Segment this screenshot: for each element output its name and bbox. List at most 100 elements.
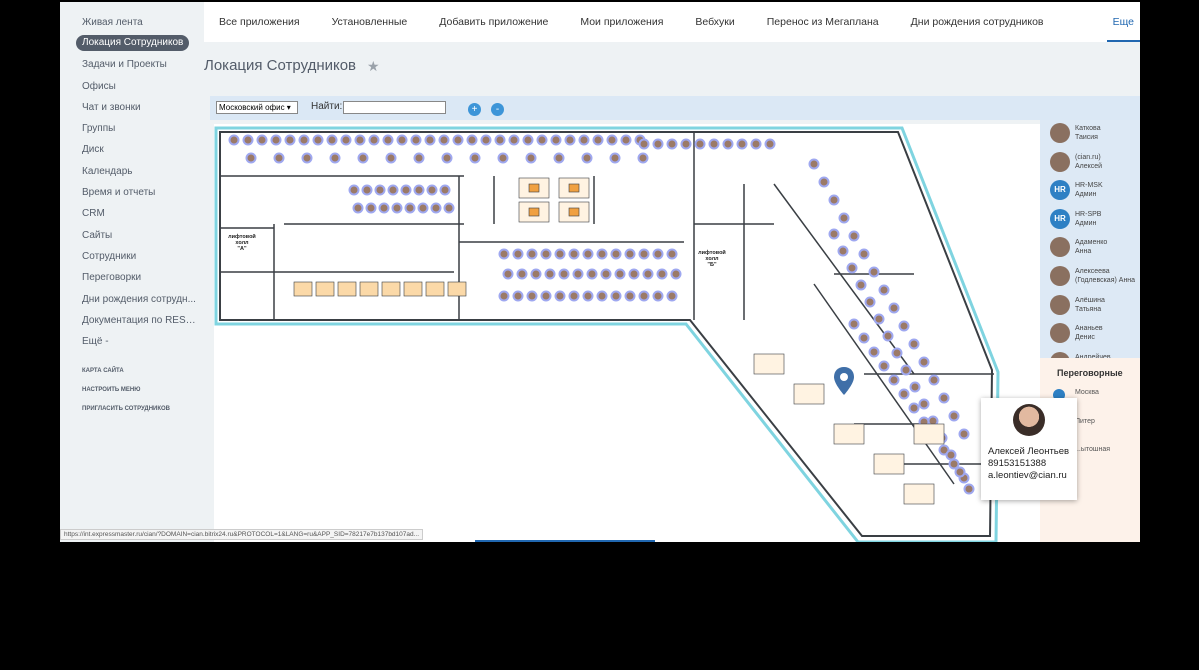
employee-list-item[interactable]: Каткова Таисия (1040, 120, 1140, 149)
sidebar-item[interactable]: Сайты (60, 225, 200, 246)
sidebar-item[interactable]: Документация по REST ... (60, 310, 200, 331)
employee-marker (596, 248, 608, 260)
sidebar-item[interactable]: Сотрудники (60, 246, 200, 267)
search-input[interactable] (343, 101, 446, 114)
employee-marker (516, 268, 528, 280)
employee-marker (888, 374, 900, 386)
employee-marker (828, 194, 840, 206)
employee-list-item[interactable]: HR HR-SPB Админ (1040, 206, 1140, 235)
employee-list-item[interactable]: HR HR-MSK Админ (1040, 177, 1140, 206)
tab-my-apps[interactable]: Мои приложения (580, 16, 663, 28)
avatar (1050, 237, 1070, 258)
employee-marker (858, 332, 870, 344)
employee-marker (326, 134, 338, 146)
tab-all-apps[interactable]: Все приложения (219, 16, 300, 28)
employee-marker (348, 184, 360, 196)
floor-plan[interactable]: лифтовой холл "А" лифтовой холл "Б" (214, 124, 1040, 542)
tab-add-app[interactable]: Добавить приложение (439, 16, 548, 28)
employee-marker (554, 290, 566, 302)
employee-surname: Каткова (1075, 125, 1101, 132)
employee-marker (581, 152, 593, 164)
employee-marker (469, 152, 481, 164)
employee-name: Каткова Таисия (1075, 124, 1139, 142)
office-select[interactable]: Московский офис ▾ (216, 101, 298, 114)
sidebar-item[interactable]: Время и отчеты (60, 182, 200, 203)
sidebar-item[interactable]: Календарь (60, 161, 200, 182)
office-floor-map[interactable]: лифтовой холл "А" лифтовой холл "Б" (214, 124, 1040, 542)
employee-marker (848, 230, 860, 242)
employee-list-item[interactable]: Адаменко Анна (1040, 234, 1140, 263)
employee-list-item[interactable]: Алексеева (Годлевская) Анна (1040, 263, 1140, 292)
employee-marker (443, 202, 455, 214)
employee-marker (550, 134, 562, 146)
zoom-in-button[interactable]: + (468, 103, 481, 116)
employee-firstname: Админ (1075, 219, 1097, 227)
workplace-desk (873, 453, 905, 475)
employee-surname: Алексеева (1075, 267, 1110, 275)
sidebar-item[interactable]: Переговорки (60, 267, 200, 288)
employee-marker (410, 134, 422, 146)
employee-marker (312, 134, 324, 146)
employee-marker (430, 202, 442, 214)
sidebar-item[interactable]: Ещё - (60, 331, 200, 352)
employee-surname: Алёшина (1075, 296, 1105, 304)
employee-list-item[interactable]: (cian.ru) Алексей (1040, 149, 1140, 178)
employee-marker (864, 296, 876, 308)
employee-marker (368, 134, 380, 146)
employee-marker (938, 392, 950, 404)
employee-firstname: Алексей (1075, 162, 1103, 170)
employee-list-item[interactable]: Андрейчев (1040, 349, 1140, 358)
tab-megaplan-migration[interactable]: Перенос из Мегаплана (767, 16, 879, 28)
employee-marker (652, 138, 664, 150)
employee-marker (891, 347, 903, 359)
sidebar-item[interactable]: Группы (60, 118, 200, 139)
employee-firstname: Админ (1075, 191, 1097, 199)
sidebar-item[interactable]: CRM (60, 203, 200, 224)
employee-marker (609, 152, 621, 164)
room-item[interactable]: ...ытошная (1075, 446, 1110, 453)
employee-marker (568, 290, 580, 302)
employee-marker (526, 248, 538, 260)
zoom-out-button[interactable]: - (491, 103, 504, 116)
browser-status-url: https://int.expressmaster.ru/cian/?DOMAI… (60, 529, 424, 540)
employee-marker (568, 248, 580, 260)
employee-marker (948, 410, 960, 422)
employee-marker (918, 356, 930, 368)
workplace-desk (403, 281, 423, 297)
employee-marker (273, 152, 285, 164)
employee-marker (928, 374, 940, 386)
sidebar-item[interactable]: Чат и звонки (60, 97, 200, 118)
employee-marker (270, 134, 282, 146)
room-item[interactable]: Питер (1075, 418, 1095, 425)
tab-birthdays[interactable]: Дни рождения сотрудников (911, 16, 1044, 28)
room-item[interactable]: Москва (1075, 389, 1099, 396)
sidebar-item[interactable]: Диск (60, 139, 200, 160)
employee-list-item[interactable]: Ананьев Денис (1040, 320, 1140, 349)
sidebar-item[interactable]: Задачи и Проекты (60, 54, 200, 75)
employee-marker (888, 302, 900, 314)
sidebar-item[interactable]: Дни рождения сотрудн... (60, 289, 200, 310)
sidebar-footer-link[interactable]: ПРИГЛАСИТЬ СОТРУДНИКОВ (60, 400, 204, 419)
avatar (1013, 404, 1045, 436)
employee-marker (540, 290, 552, 302)
sidebar-item[interactable]: Офисы (60, 76, 200, 97)
sidebar-footer-link[interactable]: КАРТА САЙТА (60, 362, 204, 381)
employee-list-item[interactable]: Алёшина Татьяна (1040, 292, 1140, 321)
employee-marker (837, 245, 849, 257)
employee-surname: Ананьев (1075, 325, 1103, 333)
favorite-star-icon[interactable]: ★ (367, 58, 380, 75)
svg-text:лифтовой: лифтовой (698, 249, 726, 256)
tab-webhooks[interactable]: Вебхуки (695, 16, 734, 28)
employee-name: Адаменко Анна (1075, 238, 1139, 256)
employee-marker (666, 138, 678, 150)
sidebar-item[interactable]: Локация Сотрудников (76, 35, 189, 52)
employee-marker (694, 138, 706, 150)
employee-marker (900, 364, 912, 376)
sidebar-item[interactable]: Живая лента (60, 12, 200, 33)
tab-more[interactable]: Еще (1106, 2, 1140, 42)
employee-list-panel: Каткова Таисия (cian.ru) Алексей HR HR-MSK Адм… (1040, 120, 1140, 358)
employee-marker (582, 248, 594, 260)
employee-marker (525, 152, 537, 164)
tab-installed[interactable]: Установленные (332, 16, 408, 28)
sidebar-footer-link[interactable]: НАСТРОИТЬ МЕНЮ (60, 381, 204, 400)
